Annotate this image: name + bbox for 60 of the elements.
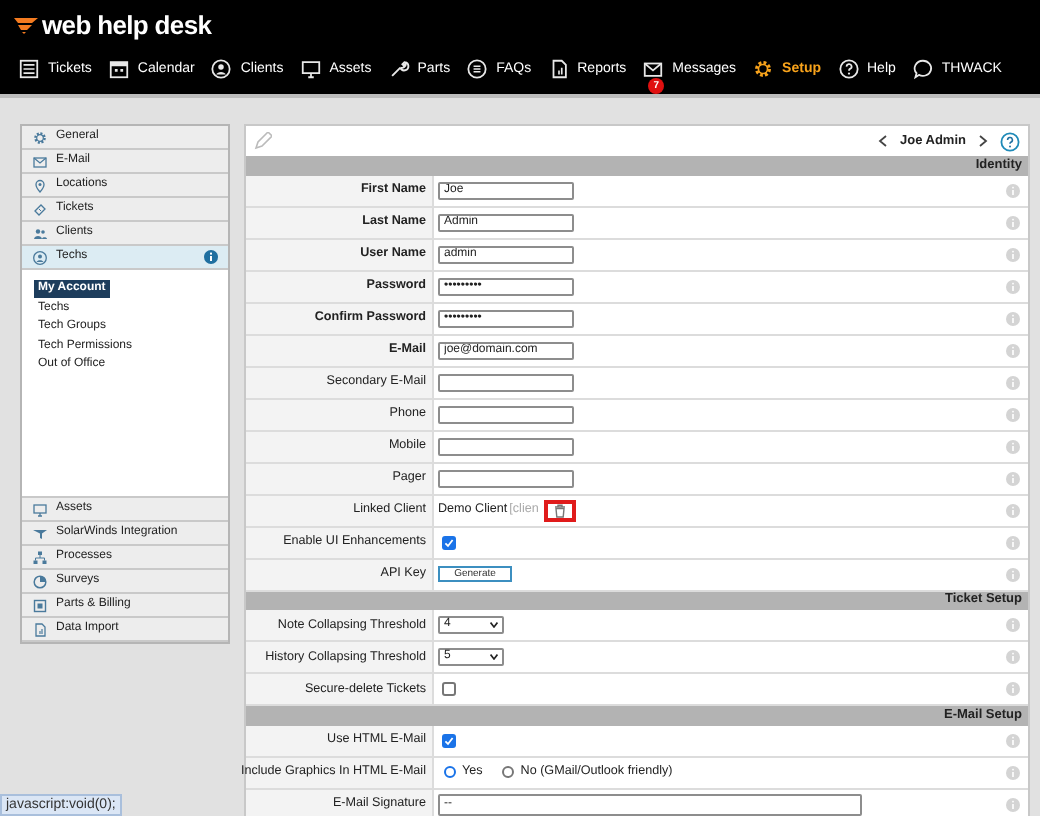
flowchart-icon xyxy=(32,549,48,565)
gear-icon xyxy=(752,58,775,80)
map-pin-icon xyxy=(32,177,48,193)
info-icon xyxy=(1005,797,1019,811)
swoosh-icon xyxy=(14,15,38,33)
info-icon xyxy=(1005,535,1019,549)
input-field[interactable] xyxy=(438,469,574,487)
info-icon xyxy=(1005,733,1019,747)
check-icon xyxy=(444,537,454,547)
pencil-icon xyxy=(254,132,272,150)
person-icon xyxy=(210,58,233,80)
info-icon xyxy=(1005,765,1019,779)
input-field[interactable] xyxy=(438,437,574,455)
logo-text: web help desk xyxy=(42,11,212,37)
info-icon xyxy=(1005,503,1019,517)
trash-icon xyxy=(554,503,567,517)
document-icon xyxy=(32,621,48,637)
wrench-icon xyxy=(387,58,410,80)
info-icon xyxy=(1005,279,1019,293)
question-icon xyxy=(837,58,859,80)
info-icon xyxy=(1005,343,1019,357)
info-icon xyxy=(1005,439,1019,453)
envelope-icon xyxy=(642,58,665,80)
gear-icon xyxy=(32,129,48,145)
speech-bubble-icon xyxy=(911,58,934,80)
checkbox[interactable] xyxy=(442,682,456,696)
chevron-left-icon xyxy=(878,134,888,148)
info-icon xyxy=(1005,247,1019,261)
info-icon xyxy=(1005,567,1019,581)
document-icon xyxy=(547,58,570,80)
radio-button[interactable] xyxy=(444,766,456,778)
info-icon xyxy=(1005,375,1019,389)
info-icon xyxy=(1005,407,1019,421)
monitor-icon xyxy=(32,501,48,517)
input-field[interactable] xyxy=(438,405,574,423)
box-icon xyxy=(32,597,48,613)
person-icon xyxy=(32,249,48,265)
delete-button[interactable] xyxy=(544,499,577,521)
info-icon xyxy=(1005,471,1019,485)
envelope-icon xyxy=(32,153,48,169)
radio-button[interactable] xyxy=(502,766,515,778)
input-field[interactable] xyxy=(438,373,574,391)
calendar-icon xyxy=(107,58,130,80)
monitor-icon xyxy=(299,58,322,80)
info-icon xyxy=(1005,215,1019,229)
pie-chart-icon xyxy=(32,573,48,589)
caret-icon xyxy=(490,654,498,660)
list-circle-icon xyxy=(466,58,489,80)
info-icon xyxy=(1005,682,1019,696)
check-icon xyxy=(444,735,454,745)
info-icon xyxy=(1005,650,1019,664)
info-icon xyxy=(1005,618,1019,632)
help-icon[interactable] xyxy=(1000,131,1020,151)
people-icon xyxy=(32,225,48,241)
ticket-icon xyxy=(32,201,48,217)
info-icon xyxy=(1005,183,1019,197)
caret-icon xyxy=(490,622,498,628)
info-icon xyxy=(1005,311,1019,325)
list-icon xyxy=(18,58,40,80)
chevron-right-icon xyxy=(978,134,988,148)
